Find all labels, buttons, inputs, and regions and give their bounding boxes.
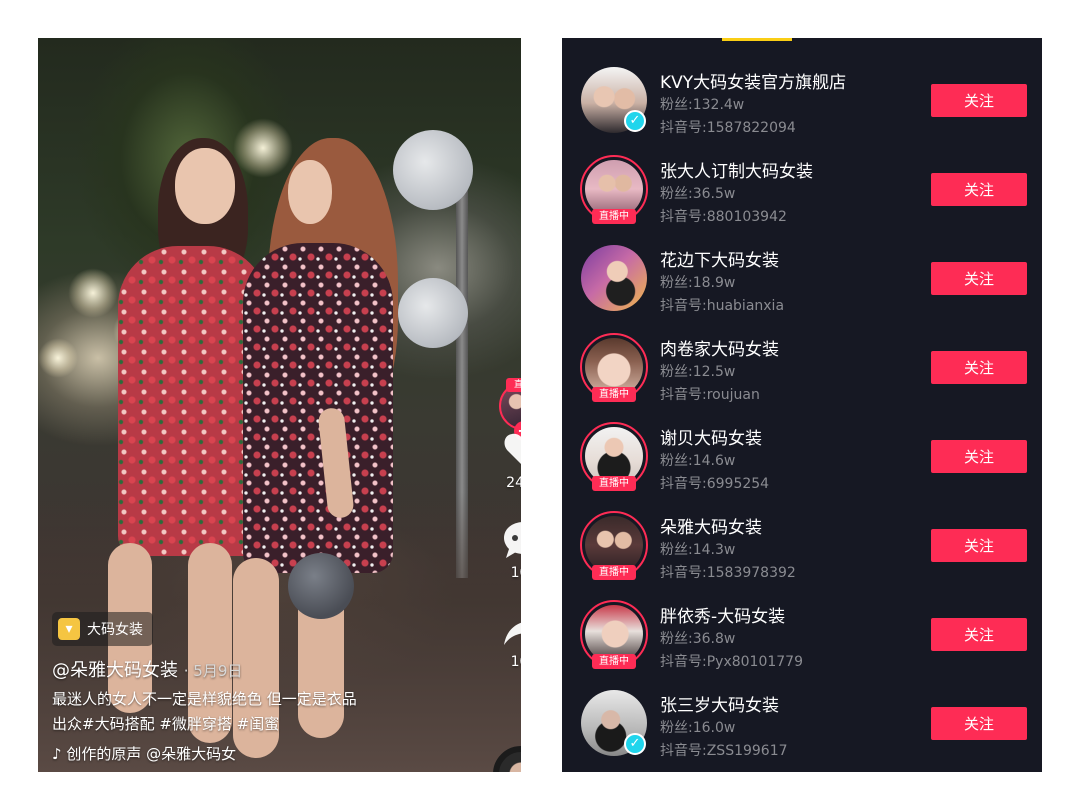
- follow-button[interactable]: 关注: [931, 84, 1027, 117]
- shopping-cart-icon: ▾: [58, 618, 80, 640]
- account-name[interactable]: 花边下大码女装: [660, 246, 779, 271]
- fan-count: 粉丝:16.0w: [660, 720, 736, 736]
- list-item[interactable]: 直播中 谢贝大码女装 粉丝:14.6w 抖音号:6995254 关注: [562, 394, 1042, 492]
- post-date: · 5月9日: [183, 662, 243, 680]
- account-id: 抖音号:ZSS199617: [660, 743, 788, 759]
- share-icon[interactable]: [500, 605, 521, 653]
- follow-button[interactable]: 关注: [931, 262, 1027, 295]
- caption-line-1: 最迷人的女人不一定是样貌绝色 但一定是衣品: [52, 690, 357, 708]
- follow-button[interactable]: 关注: [931, 618, 1027, 651]
- fan-count: 粉丝:132.4w: [660, 97, 745, 113]
- list-item[interactable]: 直播中 朵雅大码女装 粉丝:14.3w 抖音号:1583978392 关注: [562, 483, 1042, 581]
- follow-button[interactable]: 关注: [931, 351, 1027, 384]
- handbag: [288, 553, 354, 619]
- list-item[interactable]: ✓ KVY大码女装官方旗舰店 粉丝:132.4w 抖音号:1587822094 …: [562, 38, 1042, 136]
- fan-count: 粉丝:14.3w: [660, 542, 736, 558]
- list-item[interactable]: 直播中 肉卷家大码女装 粉丝:12.5w 抖音号:roujuan 关注: [562, 305, 1042, 403]
- caption-line-2[interactable]: 出众#大码搭配 #微胖穿搭 #闺蜜: [52, 713, 279, 734]
- list-item[interactable]: ✓ 张三岁大码女装 粉丝:16.0w 抖音号:ZSS199617 关注: [562, 661, 1042, 759]
- avatar[interactable]: 直播中: [580, 600, 648, 669]
- fan-count: 粉丝:18.9w: [660, 275, 736, 291]
- account-name[interactable]: 胖依秀-大码女装: [660, 602, 785, 627]
- product-tag-label: 大码女装: [87, 622, 143, 638]
- avatar[interactable]: ✓: [580, 66, 648, 134]
- account-name[interactable]: 张大人订制大码女装: [660, 157, 813, 182]
- author-name[interactable]: @朵雅大码女装 · 5月9日: [52, 656, 242, 682]
- account-list: ✓ KVY大码女装官方旗舰店 粉丝:132.4w 抖音号:1587822094 …: [562, 38, 1042, 772]
- avatar[interactable]: 直播中: [580, 511, 648, 580]
- list-item[interactable]: 花边下大码女装 粉丝:18.9w 抖音号:huabianxia 关注: [562, 216, 1042, 314]
- live-badge: 直播: [506, 378, 521, 392]
- list-item[interactable]: 直播中 张大人订制大码女装 粉丝:36.5w 抖音号:880103942 关注: [562, 127, 1042, 225]
- road-sign: [393, 130, 473, 210]
- account-name[interactable]: 谢贝大码女装: [660, 424, 762, 449]
- like-count: 2418: [506, 475, 521, 491]
- avatar[interactable]: 直播中: [580, 422, 648, 491]
- account-name[interactable]: KVY大码女装官方旗舰店: [660, 68, 846, 93]
- follow-button[interactable]: 关注: [931, 173, 1027, 206]
- fan-count: 粉丝:36.5w: [660, 186, 736, 202]
- author-handle[interactable]: @朵雅大码女装: [52, 660, 178, 681]
- fan-count: 粉丝:14.6w: [660, 453, 736, 469]
- account-name[interactable]: 张三岁大码女装: [660, 691, 779, 716]
- street-light: [38, 338, 78, 378]
- follow-button[interactable]: 关注: [931, 529, 1027, 562]
- music-marquee[interactable]: ♪ 创作的原声 @朵雅大码女: [52, 743, 292, 764]
- street-light: [233, 118, 293, 178]
- share-count: 105: [510, 654, 521, 670]
- verified-icon: ✓: [624, 733, 646, 755]
- comment-count: 104: [510, 565, 521, 581]
- avatar[interactable]: [580, 244, 648, 312]
- road-sign: [398, 278, 468, 348]
- heart-icon[interactable]: [500, 425, 521, 473]
- follow-button[interactable]: 关注: [931, 440, 1027, 473]
- avatar[interactable]: 直播中: [580, 333, 648, 402]
- fan-count: 粉丝:12.5w: [660, 364, 736, 380]
- avatar[interactable]: ✓: [580, 689, 648, 757]
- product-tag[interactable]: ▾ 大码女装: [52, 612, 153, 646]
- account-name[interactable]: 肉卷家大码女装: [660, 335, 779, 360]
- avatar[interactable]: 直播中: [580, 155, 648, 224]
- follow-button[interactable]: 关注: [931, 707, 1027, 740]
- street-light: [68, 268, 118, 318]
- comment-icon[interactable]: [500, 516, 521, 564]
- fan-count: 粉丝:36.8w: [660, 631, 736, 647]
- list-item[interactable]: 直播中 胖依秀-大码女装 粉丝:36.8w 抖音号:Pyx80101779 关注: [562, 572, 1042, 670]
- account-name[interactable]: 朵雅大码女装: [660, 513, 762, 538]
